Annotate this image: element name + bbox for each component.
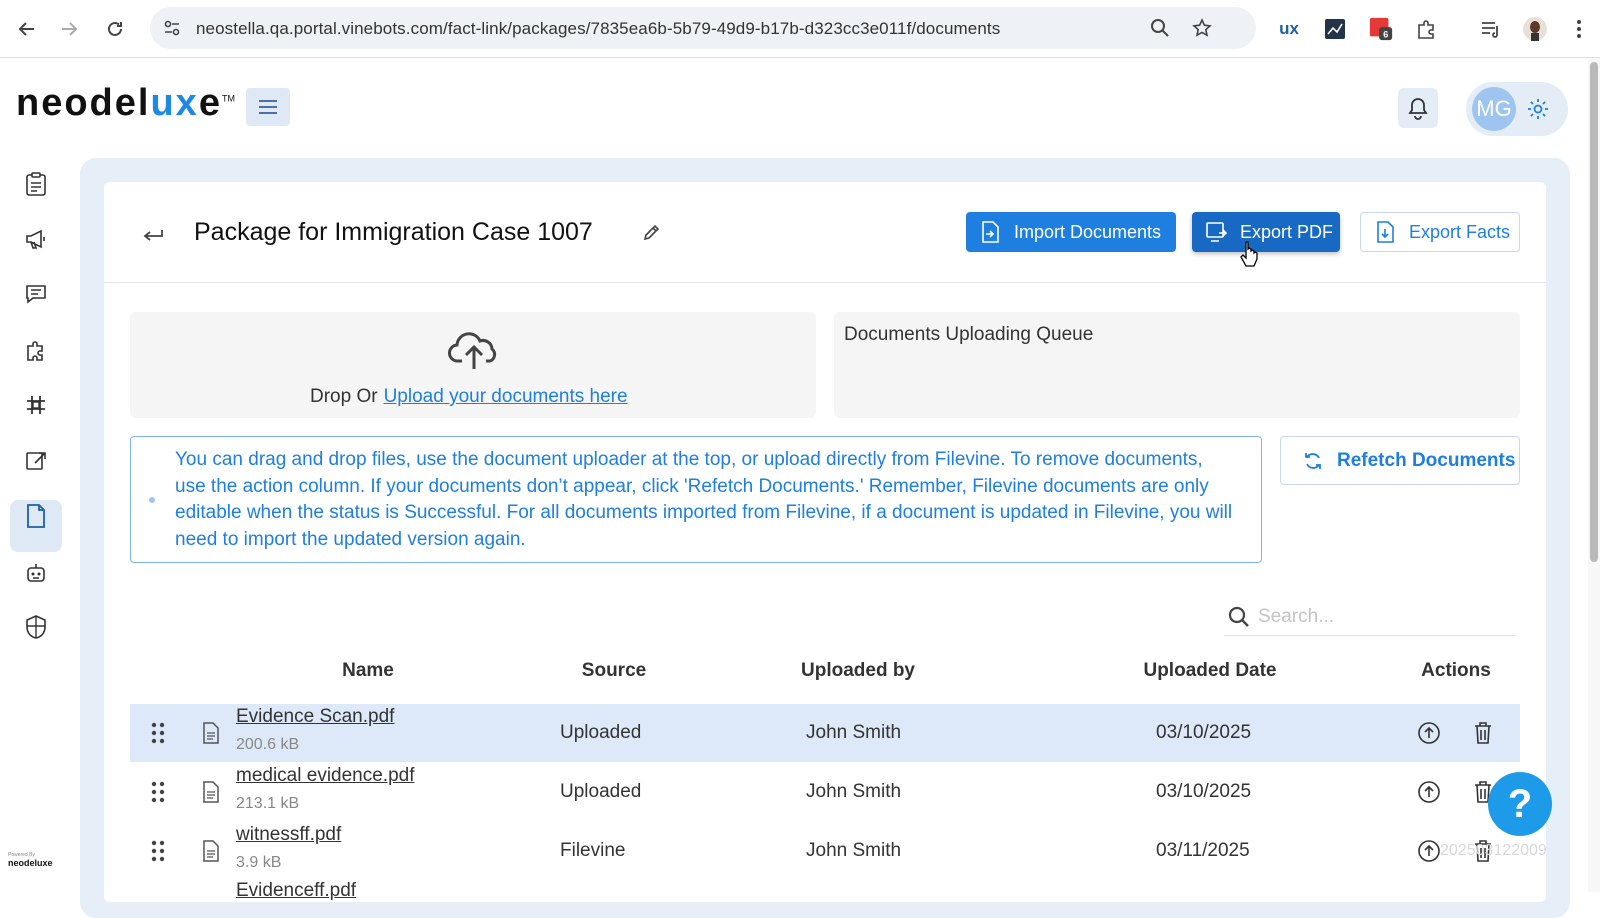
uploaded-by-cell: John Smith [806,840,902,861]
upload-link[interactable]: Upload your documents here [384,386,628,407]
uploaded-date-cell: 03/10/2025 [1156,781,1252,802]
table-row[interactable]: witnessff.pdf 3.9 kB Filevine John Smith… [130,822,1520,880]
upload-queue: Documents Uploading Queue [834,312,1520,418]
search-input[interactable] [1258,604,1508,630]
calendar-extension-icon[interactable]: 6 [1368,16,1394,42]
browser-toolbar: neostella.qa.portal.vinebots.com/fact-li… [0,0,1600,58]
hamburger-icon [259,100,277,114]
refetch-documents-button[interactable]: Refetch Documents [1280,436,1520,485]
forward-arrow-icon[interactable] [56,16,82,42]
drag-handle-icon[interactable] [148,838,168,864]
page-title: Package for Immigration Case 1007 [194,218,593,246]
table-row[interactable]: medical evidence.pdf 213.1 kB Uploaded J… [130,763,1520,821]
avatar[interactable]: MG [1472,87,1516,131]
uploaded-by-cell: John Smith [806,722,902,743]
search-icon [1226,604,1252,630]
upload-drop-zone[interactable]: Drop Or Upload your documents here [130,312,816,418]
column-header-source[interactable]: Source [582,660,646,682]
info-text: You can drag and drop files, use the doc… [175,449,1233,550]
notifications-button[interactable] [1398,88,1438,128]
bell-icon [1408,98,1428,120]
table-row[interactable]: Evidence Scan.pdf 200.6 kB Uploaded John… [130,704,1520,762]
grid-icon[interactable] [20,389,52,421]
file-size: 200.6 kB [236,736,300,753]
search-box [1224,600,1516,636]
file-size: 3.9 kB [236,854,282,871]
file-size: 213.1 kB [236,795,300,812]
ux-extension-icon[interactable]: ux [1276,16,1302,42]
scrollbar-thumb[interactable] [1590,62,1598,562]
uploaded-date-cell: 03/10/2025 [1156,722,1252,743]
megaphone-icon[interactable] [20,223,52,255]
cloud-upload-icon [446,326,502,372]
mouse-pointer-icon [1240,241,1258,267]
drag-handle-icon[interactable] [148,779,168,805]
browser-menu-icon[interactable] [1566,16,1592,42]
file-download-icon [1373,220,1397,244]
export-facts-button[interactable]: Export Facts [1360,212,1520,252]
app-logo[interactable]: neodeluxeTM [16,82,235,125]
column-header-name[interactable]: Name [342,660,394,682]
upload-version-icon[interactable] [1416,838,1442,864]
site-settings-icon[interactable] [162,18,182,38]
queue-title: Documents Uploading Queue [844,324,1094,345]
puzzle-icon[interactable] [20,334,52,366]
file-name-link[interactable]: witnessff.pdf [236,824,341,846]
monitor-export-icon [1204,220,1228,244]
clipboard-icon[interactable] [20,168,52,200]
file-icon [200,779,222,805]
chat-icon[interactable] [20,278,52,310]
column-header-actions: Actions [1421,660,1491,681]
chart-extension-icon[interactable] [1322,16,1348,42]
export-icon[interactable] [20,445,52,477]
reload-icon[interactable] [102,16,128,42]
drag-handle-icon[interactable] [148,720,168,746]
file-name-link[interactable]: medical evidence.pdf [236,765,415,787]
drop-instructions: Drop Or Upload your documents here [310,386,628,407]
file-import-icon [978,220,1002,244]
extension-badge-count: 6 [1383,29,1388,39]
profile-picture-icon[interactable] [1522,16,1548,42]
gear-icon[interactable] [1524,95,1552,123]
trash-icon[interactable] [1470,719,1496,747]
info-bullet-icon [149,497,155,503]
bookmark-star-icon[interactable] [1192,18,1212,38]
info-alert: You can drag and drop files, use the doc… [130,436,1262,563]
shield-icon[interactable] [20,611,52,643]
media-queue-icon[interactable] [1478,16,1504,42]
address-bar[interactable]: neostella.qa.portal.vinebots.com/fact-li… [150,7,1256,49]
uploaded-by-cell: John Smith [806,781,902,802]
build-id: 202503122009 [1440,842,1547,859]
user-menu[interactable]: MG [1466,82,1568,136]
column-header-uploaded-date[interactable]: Uploaded Date [1143,660,1276,682]
uploaded-date-cell: 03/11/2025 [1156,840,1250,861]
upload-version-icon[interactable] [1416,720,1442,746]
file-icon [200,838,222,864]
help-button[interactable]: ? [1488,772,1552,836]
back-arrow-icon[interactable] [14,16,40,42]
back-icon[interactable] [140,222,166,248]
source-cell: Uploaded [560,781,642,802]
import-documents-button[interactable]: Import Documents [966,212,1176,252]
document-icon[interactable] [20,500,52,532]
zoom-icon[interactable] [1150,18,1170,38]
puzzle-extension-icon[interactable] [1414,16,1440,42]
file-name-link[interactable]: Evidenceff.pdf [236,880,356,902]
hamburger-menu-button[interactable] [246,88,290,126]
column-header-uploaded-by[interactable]: Uploaded by [801,660,915,682]
pencil-icon[interactable] [640,222,662,244]
source-cell: Filevine [560,840,626,861]
url-text: neostella.qa.portal.vinebots.com/fact-li… [196,19,1001,38]
export-pdf-button[interactable]: Export PDF [1192,212,1340,252]
file-icon [200,720,222,746]
powered-by-logo: Powered By neodeluxe [8,852,53,868]
upload-version-icon[interactable] [1416,779,1442,805]
refresh-icon [1301,449,1325,473]
source-cell: Uploaded [560,722,642,743]
header-divider [104,282,1546,283]
file-name-link[interactable]: Evidence Scan.pdf [236,706,394,728]
robot-icon[interactable] [20,556,52,588]
